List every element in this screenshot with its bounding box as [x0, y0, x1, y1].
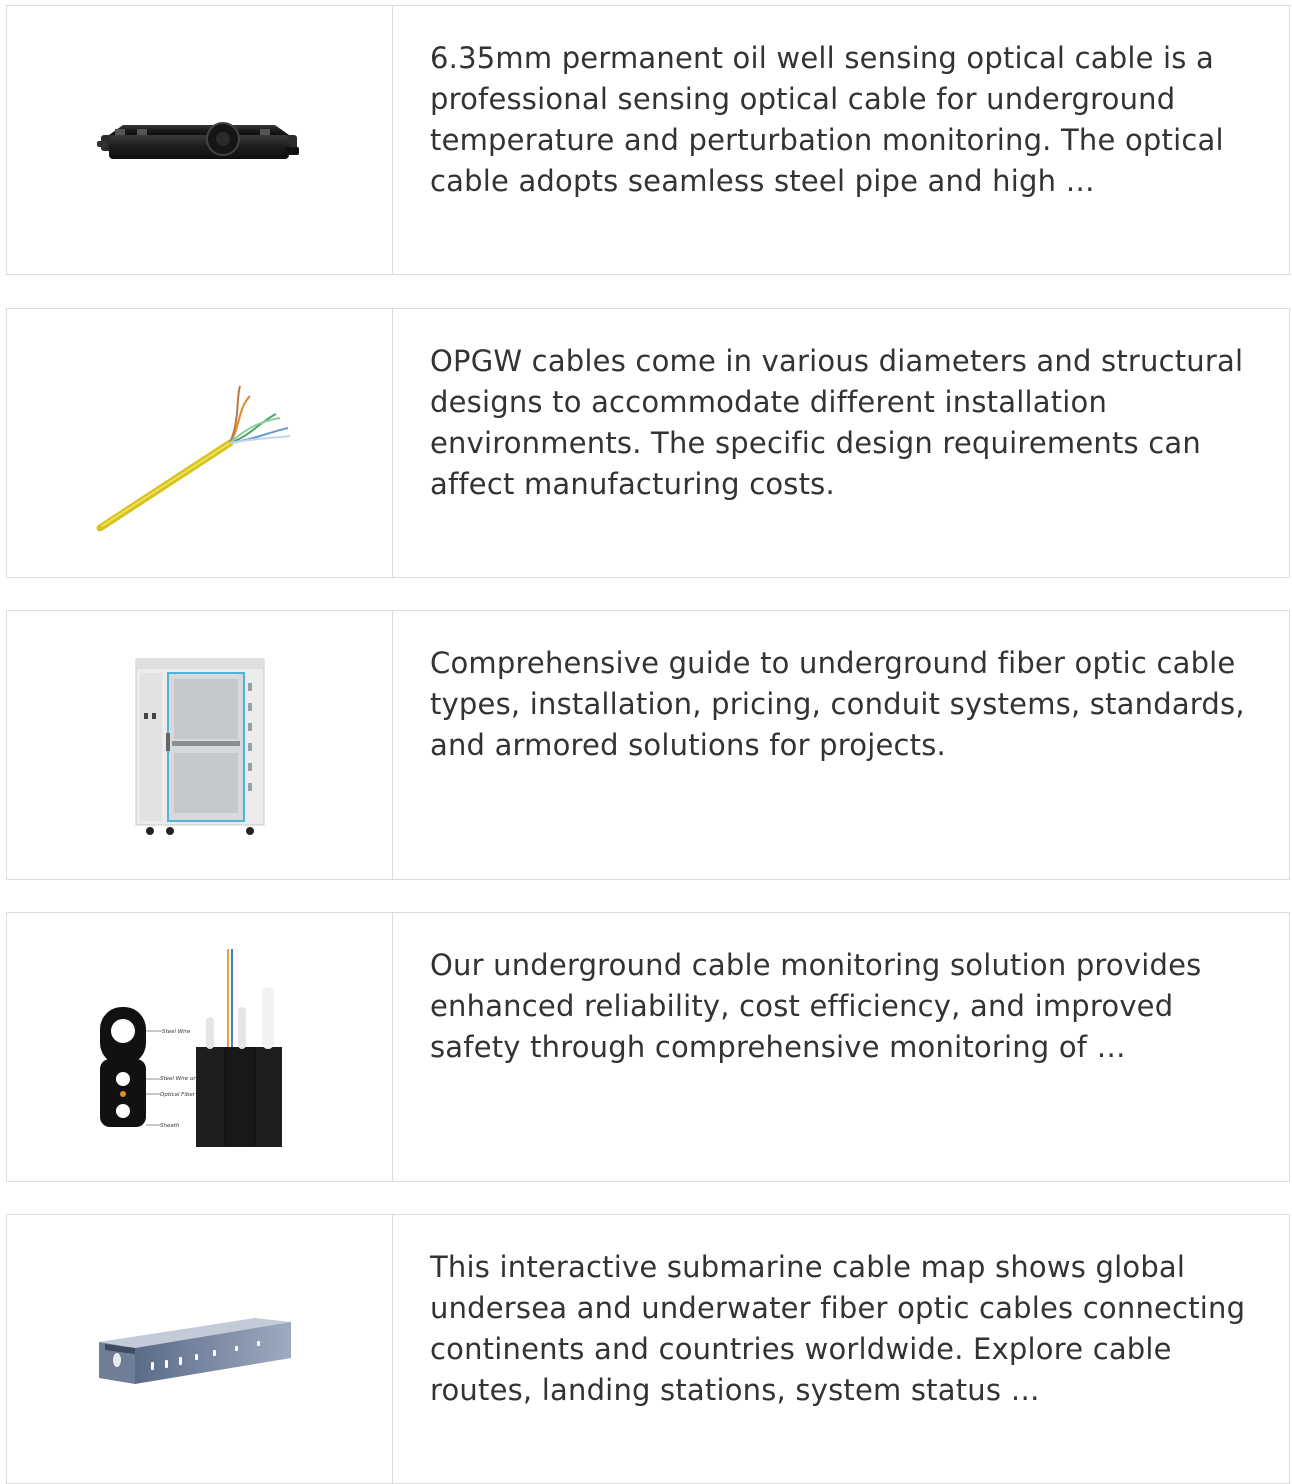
result-card[interactable]: 6.35mm permanent oil well sensing optica…: [6, 5, 1290, 275]
result-card[interactable]: OPGW cables come in various diameters an…: [6, 308, 1290, 578]
yellow-network-cable-icon: [96, 385, 290, 532]
metal-cable-tray-icon: [98, 1318, 291, 1384]
steel-wire-label: Steel Wire: [162, 1029, 191, 1035]
result-thumbnail[interactable]: [7, 309, 393, 577]
result-card[interactable]: Comprehensive guide to underground fiber…: [6, 610, 1290, 880]
result-thumbnail[interactable]: [7, 611, 393, 879]
result-description[interactable]: OPGW cables come in various diameters an…: [393, 309, 1289, 577]
result-card[interactable]: Steel Wire Steel Wire or FRP Optical Fib…: [6, 912, 1290, 1182]
result-description[interactable]: Our underground cable monitoring solutio…: [393, 913, 1289, 1181]
result-thumbnail[interactable]: [7, 6, 393, 274]
result-thumbnail[interactable]: Steel Wire Steel Wire or FRP Optical Fib…: [7, 913, 393, 1181]
result-thumbnail[interactable]: [7, 1215, 393, 1483]
result-card[interactable]: This interactive submarine cable map sho…: [6, 1214, 1290, 1484]
optical-fiber-label: Optical Fiber: [160, 1092, 196, 1098]
server-rack-cabinet-icon: [135, 658, 264, 835]
black-fiber-splice-closure-icon: [96, 122, 299, 159]
result-description[interactable]: This interactive submarine cable map sho…: [393, 1215, 1289, 1483]
sheath-label: Sheath: [160, 1123, 180, 1129]
result-description[interactable]: Comprehensive guide to underground fiber…: [393, 611, 1289, 879]
result-description[interactable]: 6.35mm permanent oil well sensing optica…: [393, 6, 1289, 274]
drop-cable-cross-section-icon: Steel Wire Steel Wire or FRP Optical Fib…: [99, 949, 282, 1147]
